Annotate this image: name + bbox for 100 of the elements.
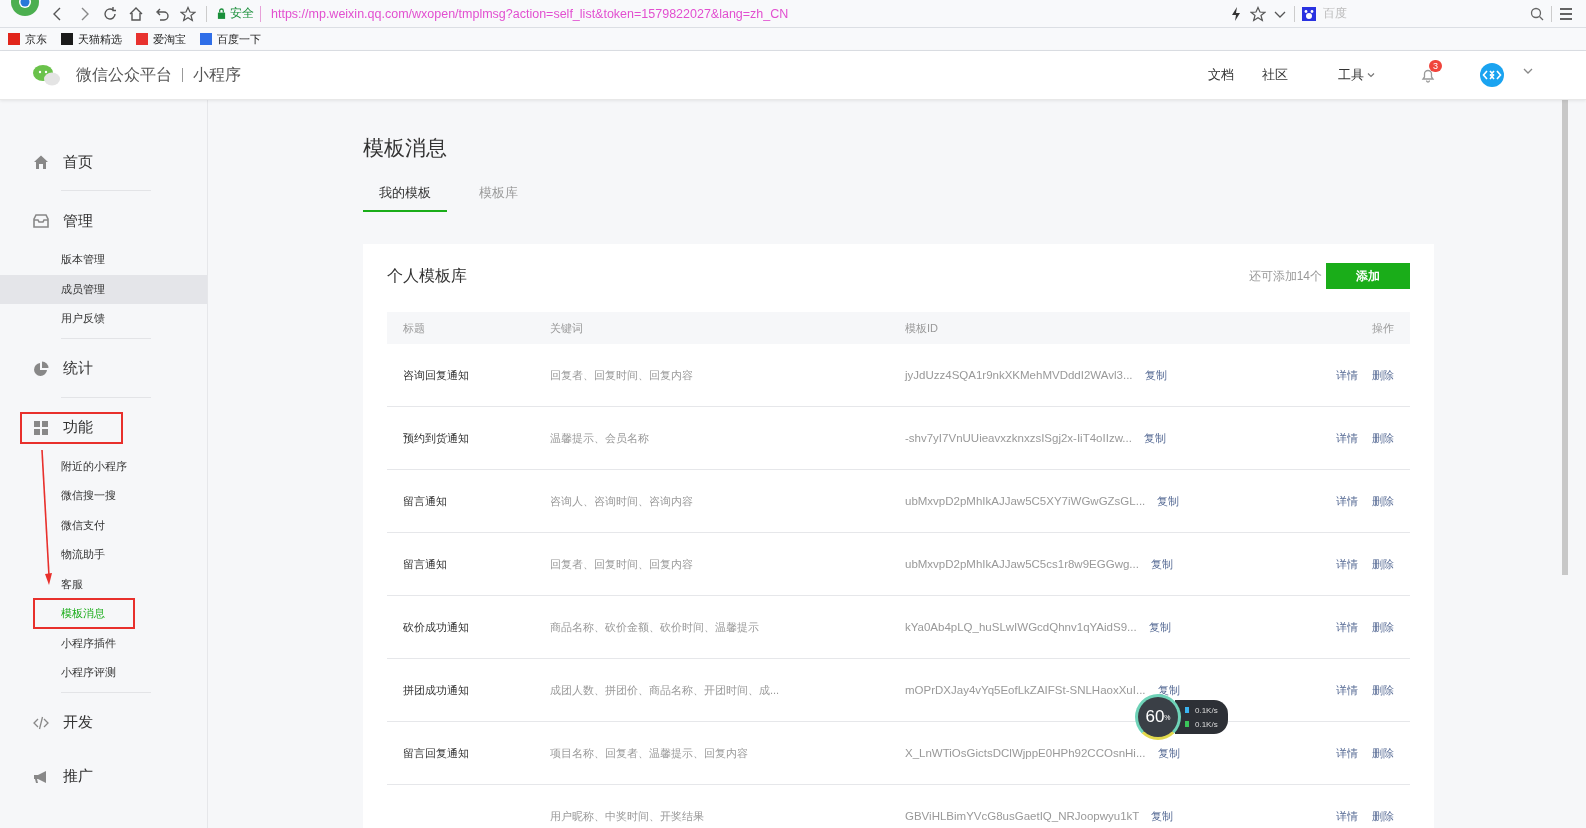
table-cell: 商品名称、砍价金额、砍价时间、温馨提示 xyxy=(550,620,759,633)
table-cell: 咨询回复通知 xyxy=(403,368,469,381)
bell-icon[interactable] xyxy=(1420,67,1436,83)
nav-link[interactable]: 社区 xyxy=(1262,66,1288,84)
action-link[interactable]: 删除 xyxy=(1372,556,1394,572)
star-icon[interactable] xyxy=(1250,5,1266,22)
upload-rate: 0.1K/s xyxy=(1185,703,1218,717)
card-title: 个人模板库 xyxy=(387,265,467,286)
table-cell: GBViHLBimYVcG8usGaetIQ_NRJoopwyu1kT xyxy=(905,810,1140,822)
table-cell: ubMxvpD2pMhIkAJJaw5C5XY7iWGwGZsGL... xyxy=(905,495,1146,507)
action-link[interactable]: 删除 xyxy=(1372,619,1394,635)
table-cell: jyJdUzz4SQA1r9nkXKMehMVDddI2WAvl3... xyxy=(905,369,1133,381)
column-header: 操作 xyxy=(1372,320,1394,336)
table-cell: ubMxvpD2pMhIkAJJaw5C5cs1r8w9EGGwg... xyxy=(905,558,1139,570)
table-cell: mOPrDXJay4vYq5EofLkZAIFSt-SNLHaoxXuI... xyxy=(905,684,1146,696)
code-icon xyxy=(33,714,49,731)
sidebar-section[interactable]: 管理 xyxy=(20,205,123,237)
sidebar-item[interactable]: 微信搜一搜 xyxy=(0,481,207,511)
sidebar-item[interactable]: 成员管理 xyxy=(0,274,207,304)
sidebar-section[interactable]: 推广 xyxy=(20,760,123,793)
table-cell: 项目名称、回复者、温馨提示、回复内容 xyxy=(550,746,748,759)
action-link[interactable]: 详情 xyxy=(1336,493,1358,509)
bookmark-link[interactable]: 天猫精选 xyxy=(61,31,122,47)
table-cell: 回复者、回复时间、回复内容 xyxy=(550,557,693,570)
sidebar-section[interactable]: 功能 xyxy=(20,411,123,444)
tab[interactable]: 我的模板 xyxy=(363,184,447,212)
sidebar-section[interactable]: 开发 xyxy=(20,706,123,739)
sidebar-item[interactable]: 物流助手 xyxy=(0,540,207,570)
paw-icon xyxy=(1301,5,1317,22)
action-link[interactable]: 详情 xyxy=(1336,367,1358,383)
action-link[interactable]: 删除 xyxy=(1372,430,1394,446)
action-link[interactable]: 详情 xyxy=(1336,808,1358,824)
sidebar-item[interactable]: 版本管理 xyxy=(0,245,207,275)
bookmark-link[interactable]: 爱淘宝 xyxy=(136,31,186,47)
copy-link[interactable]: 复制 xyxy=(1148,619,1171,635)
chat-bubbles-logo-icon xyxy=(32,63,62,87)
action-link[interactable]: 详情 xyxy=(1336,556,1358,572)
star-icon[interactable] xyxy=(180,5,196,22)
table-cell: -shv7yI7VnUUieavxzknxzsISgj2x-IiT4oIIzw... xyxy=(905,432,1132,444)
grid-icon xyxy=(33,419,49,436)
nav-link[interactable]: 文档 xyxy=(1208,66,1234,84)
address-field[interactable]: https://mp.weixin.qq.com/wxopen/tmplmsg?action=self_list&token=1579822027&lang=zh_CN xyxy=(271,6,789,21)
action-link[interactable]: 删除 xyxy=(1372,493,1394,509)
action-link[interactable]: 详情 xyxy=(1336,745,1358,761)
sidebar-item[interactable]: 附近的小程序 xyxy=(0,451,207,481)
sidebar-item[interactable]: 客服 xyxy=(0,569,207,599)
table-cell: 回复者、回复时间、回复内容 xyxy=(550,368,693,381)
megaphone-icon xyxy=(33,768,49,785)
action-link[interactable]: 删除 xyxy=(1372,808,1394,824)
sidebar-item[interactable]: 微信支付 xyxy=(0,510,207,540)
lock-icon xyxy=(217,8,226,19)
inbox-icon xyxy=(33,213,49,229)
action-link[interactable]: 详情 xyxy=(1336,682,1358,698)
pie-icon xyxy=(33,360,49,377)
sidebar-section[interactable]: 首页 xyxy=(20,146,123,178)
action-link[interactable]: 删除 xyxy=(1372,745,1394,761)
table-cell: 留言通知 xyxy=(403,557,447,570)
action-link[interactable]: 详情 xyxy=(1336,430,1358,446)
copy-link[interactable]: 复制 xyxy=(1157,745,1180,761)
caret-icon xyxy=(1366,70,1376,80)
copy-link[interactable]: 复制 xyxy=(1150,556,1173,572)
avatar-icon[interactable] xyxy=(1480,63,1504,87)
action-link[interactable]: 删除 xyxy=(1372,367,1394,383)
table-cell: 拼团成功通知 xyxy=(403,683,469,696)
remaining-count: 还可添加14个 xyxy=(1248,267,1322,285)
search-icon[interactable] xyxy=(1529,5,1545,22)
bookmark-link[interactable]: 百度一下 xyxy=(200,31,261,47)
sidebar-item[interactable]: 用户反馈 xyxy=(0,304,207,334)
copy-link[interactable]: 复制 xyxy=(1144,367,1167,383)
column-header: 标题 xyxy=(403,320,426,336)
sidebar-section[interactable]: 统计 xyxy=(20,352,123,385)
home-icon[interactable] xyxy=(128,5,144,22)
table-cell: 咨询人、咨询时间、咨询内容 xyxy=(550,494,693,507)
table-cell: kYa0Ab4pLQ_huSLwIWGcdQhnv1qYAidS9... xyxy=(905,621,1137,633)
action-link[interactable]: 删除 xyxy=(1372,682,1394,698)
table-cell: 留言回复通知 xyxy=(403,746,469,759)
column-header: 模板ID xyxy=(905,320,939,336)
download-rate: 0.1K/s xyxy=(1185,717,1218,731)
menu-icon[interactable] xyxy=(1558,5,1574,22)
copy-link[interactable]: 复制 xyxy=(1151,808,1174,824)
scrollbar[interactable] xyxy=(1562,100,1568,575)
copy-link[interactable]: 复制 xyxy=(1157,493,1180,509)
table-cell: X_LnWTiOsGictsDClWjppE0HPh92CCOsnHi... xyxy=(905,747,1146,759)
nav-dropdown[interactable]: 工具 xyxy=(1338,66,1376,84)
column-header: 关键词 xyxy=(550,320,584,336)
action-link[interactable]: 详情 xyxy=(1336,619,1358,635)
bookmark-link[interactable]: 京东 xyxy=(8,31,47,47)
sidebar-item[interactable]: 小程序评测 xyxy=(0,658,207,688)
home-icon xyxy=(33,154,49,170)
table-cell: 成团人数、拼团价、商品名称、开团时间、成... xyxy=(550,683,780,696)
table-cell: 温馨提示、会员名称 xyxy=(550,431,649,444)
reload-icon[interactable] xyxy=(102,5,118,22)
copy-link[interactable]: 复制 xyxy=(1143,430,1166,446)
brand-title[interactable]: 微信公众平台 xyxy=(76,64,172,86)
secure-label: 安全 xyxy=(230,5,254,22)
sidebar-item[interactable]: 小程序插件 xyxy=(0,628,207,658)
table-cell: 砍价成功通知 xyxy=(403,620,469,633)
table-cell: 用户昵称、中奖时间、开奖结果 xyxy=(550,809,704,822)
table-cell: 留言通知 xyxy=(403,494,447,507)
table-cell: 预约到货通知 xyxy=(403,431,469,444)
